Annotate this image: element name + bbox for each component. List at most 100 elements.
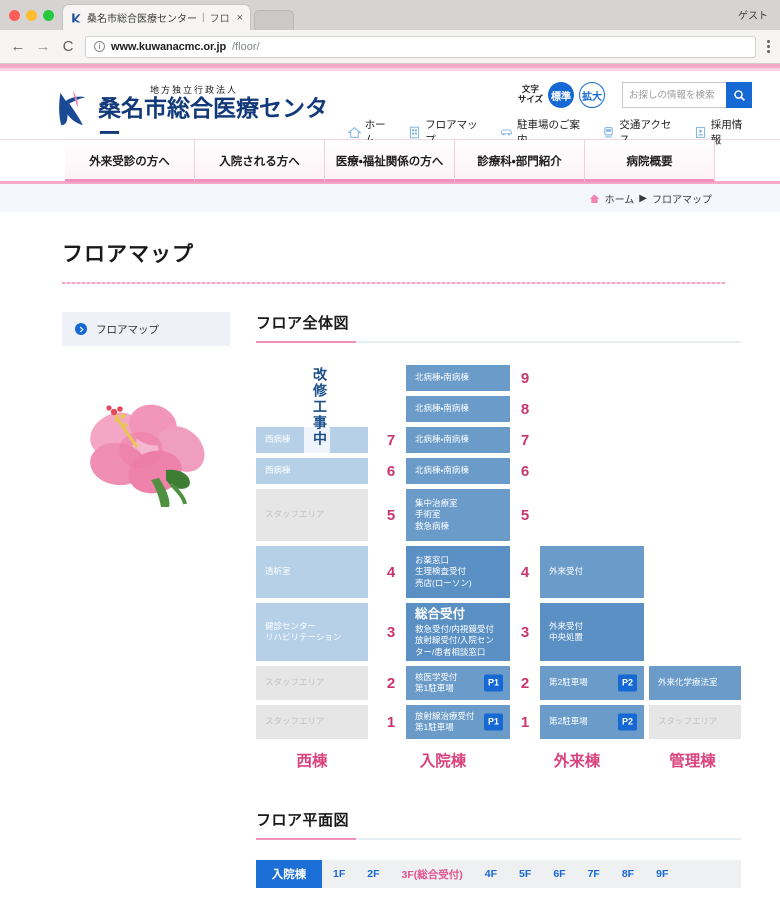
gnav-item-departments[interactable]: 診療科・部門紹介 [455, 140, 585, 182]
floor-2-admin[interactable]: 外来化学療法室 [649, 666, 741, 700]
site-search [622, 82, 752, 108]
floor-1-admin[interactable]: スタッフエリア [649, 705, 741, 739]
site-favicon [72, 13, 81, 22]
browser-menu-icon[interactable] [765, 40, 770, 53]
gap [368, 603, 376, 661]
parking-p2-badge: P2 [618, 713, 637, 731]
gap [368, 396, 376, 422]
floor-6-west[interactable]: 西病棟 [256, 458, 368, 484]
reload-icon[interactable]: C [60, 39, 76, 54]
site-info-icon[interactable]: i [94, 41, 105, 52]
floor-5-inpatient[interactable]: 集中治療室 手術室 救急病棟 [406, 489, 510, 541]
floor-1-west[interactable]: スタッフエリア [256, 705, 368, 739]
floor-3-west[interactable]: 健診センター リハビリテーション [256, 603, 368, 661]
tab-1f[interactable]: 1F [322, 860, 356, 888]
floor-9-west-number [376, 365, 406, 391]
tab-6f[interactable]: 6F [542, 860, 576, 888]
site-logo[interactable]: 地方独立行政法人 桑名市総合医療センター KUWANA CITY MEDICAL… [55, 79, 348, 160]
floor-1-inpatient[interactable]: 放射線治療受付 第1駐車場 P1 [406, 705, 510, 739]
url-domain: www.kuwanacmc.or.jp [111, 40, 227, 53]
floor-1-outpatient[interactable]: 第2駐車場 P2 [540, 705, 644, 739]
gap [368, 365, 376, 391]
font-size-standard-button[interactable]: 標準 [548, 82, 574, 108]
overview-heading-rule [256, 341, 741, 343]
browser-tab-title: 桑名市総合医療センター [87, 14, 197, 25]
close-tab-icon[interactable]: × [237, 12, 243, 24]
guest-profile-label[interactable]: ゲスト [738, 7, 768, 22]
main-content: フロア全体図 改修工事中 北病棟・南病棟 9 北病棟・南病棟 8 西病棟 7 北… [256, 312, 741, 900]
tab-4f[interactable]: 4F [474, 860, 508, 888]
gnav-item-hospital-overview[interactable]: 病院概要 [585, 140, 715, 182]
tab-3f[interactable]: 3F(総合受付) [391, 860, 474, 888]
floor-2-outpatient-label: 第2駐車場 [549, 677, 588, 688]
floor-7-number: 7 [510, 427, 540, 453]
font-size-label: 文字 サイズ [518, 84, 543, 105]
search-input[interactable] [622, 82, 726, 108]
train-icon [604, 126, 614, 137]
floor-4-west[interactable]: 透析室 [256, 546, 368, 598]
search-icon [733, 89, 745, 101]
floor-7-inpatient[interactable]: 北病棟・南病棟 [406, 427, 510, 453]
floor-2-inpatient[interactable]: 核医学受付 第1駐車場 P1 [406, 666, 510, 700]
browser-omnibox-bar: ← → C i www.kuwanacmc.or.jp/floor/ [0, 30, 780, 64]
tab-7f[interactable]: 7F [577, 860, 611, 888]
tab-8f[interactable]: 8F [611, 860, 645, 888]
gnav-item-medical-welfare[interactable]: 医療・福祉関係の方へ [325, 140, 455, 182]
renovation-notice: 改修工事中 [304, 361, 330, 453]
minimize-window-button[interactable] [26, 10, 37, 21]
floor-2-west[interactable]: スタッフエリア [256, 666, 368, 700]
back-icon[interactable]: ← [10, 39, 26, 54]
sidebar-illustration [62, 392, 230, 507]
floor-1-inpatient-label: 放射線治療受付 第1駐車場 [415, 710, 475, 732]
floor-6-number: 6 [510, 458, 540, 484]
building-label-admin: 管理棟 [669, 753, 716, 770]
tab-5f[interactable]: 5F [508, 860, 542, 888]
gnav-item-inpatient[interactable]: 入院される方へ [195, 140, 325, 182]
gap [368, 489, 376, 541]
new-tab-button[interactable] [254, 10, 295, 30]
font-size-large-button[interactable]: 拡大 [579, 82, 605, 108]
arrow-right-icon [75, 323, 87, 335]
address-bar[interactable]: i www.kuwanacmc.or.jp/floor/ [85, 35, 756, 58]
header-utility-row: 文字 サイズ 標準 拡大 [518, 82, 752, 108]
sidebar-item-floormap[interactable]: フロアマップ [62, 312, 230, 346]
floor-3-inpatient-title: 総合受付 [415, 606, 466, 621]
tab-building-inpatient[interactable]: 入院棟 [256, 860, 322, 888]
building-label-inpatient: 入院棟 [419, 753, 467, 770]
floor-3-number: 3 [510, 603, 540, 661]
gap [368, 546, 376, 598]
floor-4-west-number: 4 [376, 546, 406, 598]
floor-6-inpatient[interactable]: 北病棟・南病棟 [406, 458, 510, 484]
floor-4-inpatient[interactable]: お薬窓口 生理検査受付 売店(ローソン) [406, 546, 510, 598]
header-right-tools: 文字 サイズ 標準 拡大 お探しの情報を検索 ホー フロアマッ 駐車場のご案 交… [347, 79, 752, 146]
tab-2f[interactable]: 2F [356, 860, 390, 888]
global-navigation: 外来受診の方へ 入院される方へ 医療・福祉関係の方へ 診療科・部門紹介 病院概要 [0, 139, 780, 182]
hibiscus-flower-illustration [90, 404, 205, 507]
building-icon [410, 126, 420, 138]
sidebar-item-label: フロアマップ [96, 323, 159, 336]
browser-tab-subtitle: フロ [209, 14, 230, 25]
floor-9-inpatient[interactable]: 北病棟・南病棟 [406, 365, 510, 391]
window-controls[interactable] [0, 10, 62, 30]
browser-tab-active[interactable]: 桑名市総合医療センター | フロ × [62, 4, 252, 30]
page-title: フロアマップ [62, 243, 194, 266]
floor-9-number: 9 [510, 365, 540, 391]
floor-3-inpatient[interactable]: 総合受付 救急受付/内視鏡受付 放射線受付/入院セン ター/患者相談窓口 [406, 603, 510, 661]
floor-3-outpatient[interactable]: 外来受付 中央処置 [540, 603, 644, 661]
floor-2-number: 2 [510, 666, 540, 700]
search-button[interactable] [726, 82, 752, 108]
close-window-button[interactable] [9, 10, 20, 21]
forward-icon[interactable]: → [35, 39, 51, 54]
breadcrumb-home[interactable]: ホーム [605, 191, 635, 206]
gnav-item-outpatient[interactable]: 外来受診の方へ [65, 140, 195, 182]
floor-4-outpatient[interactable]: 外来受付 [540, 546, 644, 598]
floor-7-west-number: 7 [376, 427, 406, 453]
tab-title-separator: | [202, 12, 205, 23]
floor-3-west-number: 3 [376, 603, 406, 661]
building-label-outpatient: 外来棟 [553, 753, 601, 770]
floor-8-inpatient[interactable]: 北病棟・南病棟 [406, 396, 510, 422]
maximize-window-button[interactable] [43, 10, 54, 21]
floor-2-outpatient[interactable]: 第2駐車場 P2 [540, 666, 644, 700]
floor-5-west[interactable]: スタッフエリア [256, 489, 368, 541]
tab-9f[interactable]: 9F [645, 860, 679, 888]
